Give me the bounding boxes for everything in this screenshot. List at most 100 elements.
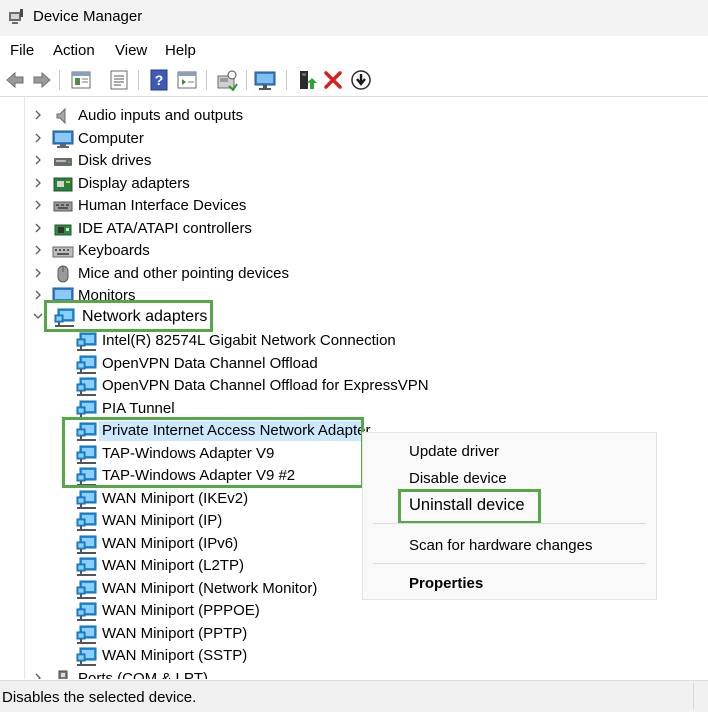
toolbar-separator <box>138 70 139 90</box>
menu-disable-device[interactable]: Disable device <box>409 470 507 487</box>
chevron-right-icon[interactable] <box>33 671 43 680</box>
tree-category[interactable]: IDE ATA/ATAPI controllers <box>0 218 708 240</box>
network-adapter-item-label: WAN Miniport (SSTP) <box>102 647 248 664</box>
tree-category-label: Ports (COM & LPT) <box>78 669 209 680</box>
tree-category[interactable]: Display adapters <box>0 173 708 195</box>
network-adapter-icon <box>76 580 97 599</box>
speaker-icon <box>56 107 66 125</box>
menu-properties[interactable]: Properties <box>409 575 483 592</box>
mouse-icon <box>57 265 69 282</box>
context-menu: Update driver Disable device Uninstall d… <box>362 432 657 600</box>
tree-category-label: Computer <box>78 129 144 147</box>
tree-category[interactable]: Disk drives <box>0 150 708 172</box>
network-adapter-icon <box>76 332 97 351</box>
menu-bar: File Action View Help <box>0 36 708 64</box>
chevron-right-icon[interactable] <box>33 153 43 167</box>
update-driver-icon[interactable] <box>295 69 317 91</box>
tree-category-label: Audio inputs and outputs <box>78 107 244 124</box>
network-adapter-item-label: OpenVPN Data Channel Offload for Express… <box>102 377 429 394</box>
network-adapter-icon <box>76 400 97 419</box>
window-title: Device Manager <box>33 8 143 25</box>
menu-scan-hardware[interactable]: Scan for hardware changes <box>409 537 592 554</box>
network-adapter-icon <box>76 377 97 396</box>
disk-drive-icon <box>54 158 72 166</box>
network-adapter-item[interactable]: Intel(R) 82574L Gigabit Network Connecti… <box>0 330 708 352</box>
network-adapter-icon <box>76 557 97 576</box>
menu-view[interactable]: View <box>115 42 147 59</box>
tree-category[interactable]: Keyboards <box>0 240 708 262</box>
menu-separator <box>373 523 646 524</box>
network-adapter-item-label: PIA Tunnel <box>102 399 175 417</box>
network-adapter-icon <box>76 647 97 666</box>
help-icon[interactable]: ? <box>148 69 170 91</box>
hid-icon <box>53 201 73 212</box>
ide-controller-icon <box>54 224 72 235</box>
menu-update-driver[interactable]: Update driver <box>409 443 499 460</box>
chevron-right-icon[interactable] <box>33 131 43 145</box>
network-adapter-item-label: WAN Miniport (IP) <box>102 512 223 529</box>
network-adapter-item-label: WAN Miniport (IKEv2) <box>102 489 249 507</box>
tree-category[interactable]: Ports (COM & LPT) <box>0 668 708 680</box>
status-bar: Disables the selected device. <box>0 680 708 712</box>
network-adapter-icon <box>76 535 97 554</box>
network-adapter-item[interactable]: OpenVPN Data Channel Offload for Express… <box>0 375 708 397</box>
list-view-icon[interactable] <box>108 69 130 91</box>
menu-uninstall-device[interactable]: Uninstall device <box>409 496 525 515</box>
forward-icon[interactable] <box>31 69 53 91</box>
tree-category[interactable]: Computer <box>0 128 708 150</box>
tree-category-label: Disk drives <box>78 152 152 169</box>
tree-category-label: Display adapters <box>78 174 190 192</box>
tree-category[interactable]: Audio inputs and outputs <box>0 105 708 127</box>
network-adapter-item-label: Intel(R) 82574L Gigabit Network Connecti… <box>102 332 396 349</box>
network-adapter-icon <box>76 602 97 621</box>
chevron-right-icon[interactable] <box>33 266 43 280</box>
resize-grip[interactable] <box>693 683 708 709</box>
port-icon <box>58 670 68 679</box>
network-adapter-item-label: WAN Miniport (PPPOE) <box>102 602 260 619</box>
chevron-right-icon[interactable] <box>33 108 43 122</box>
menu-action[interactable]: Action <box>53 42 95 59</box>
network-adapter-icon <box>76 625 97 644</box>
network-adapter-item-label: WAN Miniport (Network Monitor) <box>102 579 318 597</box>
network-adapter-icon <box>76 490 97 509</box>
menu-help[interactable]: Help <box>165 42 196 59</box>
highlight-vpn-adapters <box>62 417 364 488</box>
keyboard-icon <box>52 246 74 258</box>
title-bar: Device Manager <box>0 0 708 36</box>
network-adapter-item-label: WAN Miniport (L2TP) <box>102 557 244 574</box>
tree-category[interactable]: Mice and other pointing devices <box>0 263 708 285</box>
disable-icon[interactable] <box>350 69 372 91</box>
chevron-right-icon[interactable] <box>33 288 43 302</box>
tree-category[interactable]: Human Interface Devices <box>0 195 708 217</box>
toolbar-separator <box>286 70 287 90</box>
network-adapter-item[interactable]: WAN Miniport (PPPOE) <box>0 600 708 622</box>
highlight-network-adapters <box>44 300 213 332</box>
network-adapter-item[interactable]: OpenVPN Data Channel Offload <box>0 353 708 375</box>
status-text: Disables the selected device. <box>2 689 197 706</box>
network-adapter-icon <box>76 512 97 531</box>
chevron-down-icon[interactable] <box>33 309 43 323</box>
properties-icon[interactable] <box>70 69 92 91</box>
chevron-right-icon[interactable] <box>33 221 43 235</box>
tree-category-label: Keyboards <box>78 242 150 259</box>
network-adapter-item-label: WAN Miniport (PPTP) <box>102 624 248 642</box>
device-view-icon[interactable] <box>176 69 198 91</box>
monitor-icon[interactable] <box>254 69 276 91</box>
network-adapter-item[interactable]: WAN Miniport (PPTP) <box>0 623 708 645</box>
network-adapter-icon <box>76 355 97 374</box>
uninstall-icon[interactable] <box>322 69 344 91</box>
network-adapter-item[interactable]: WAN Miniport (SSTP) <box>0 645 708 667</box>
toolbar-separator <box>59 70 60 90</box>
back-icon[interactable] <box>4 69 26 91</box>
menu-separator <box>373 563 646 564</box>
network-adapter-item-label: OpenVPN Data Channel Offload <box>102 354 318 372</box>
toolbar: ? <box>0 64 708 97</box>
scan-icon[interactable] <box>216 69 238 91</box>
chevron-right-icon[interactable] <box>33 243 43 257</box>
network-adapter-item-label: WAN Miniport (IPv6) <box>102 534 239 552</box>
menu-file[interactable]: File <box>10 42 34 59</box>
chevron-right-icon[interactable] <box>33 198 43 212</box>
tree-category-label: Human Interface Devices <box>78 197 247 214</box>
toolbar-separator <box>206 70 207 90</box>
chevron-right-icon[interactable] <box>33 176 43 190</box>
